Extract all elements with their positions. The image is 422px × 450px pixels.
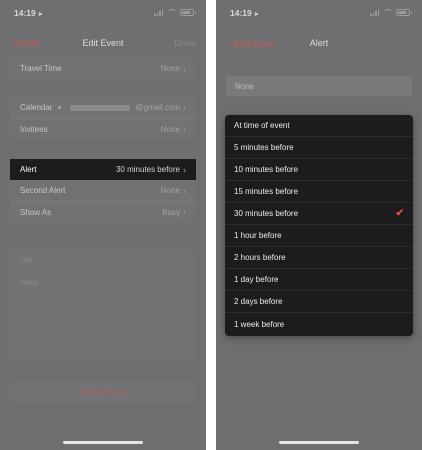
status-bar: 14:19 ➤: [216, 0, 422, 24]
location-arrow-icon: ➤: [37, 12, 43, 18]
done-button[interactable]: Done: [174, 38, 196, 48]
location-arrow-icon: ➤: [253, 12, 259, 18]
battery-icon: [396, 9, 412, 16]
alert-option[interactable]: 5 minutes before: [225, 137, 413, 159]
alert-option[interactable]: 1 day before: [225, 269, 413, 291]
chevron-right-icon: ›: [183, 102, 186, 113]
alert-option-label: 1 day before: [234, 275, 279, 284]
signal-icon: [154, 9, 163, 16]
alert-row[interactable]: Alert 30 minutes before ›: [10, 159, 196, 180]
delete-event-button[interactable]: Delete Event: [10, 381, 196, 403]
alert-label: Alert: [20, 165, 37, 174]
alert-value: 30 minutes before: [115, 165, 180, 174]
page-title: Alert: [309, 38, 329, 48]
show-as-label: Show As: [20, 207, 52, 217]
alert-option-label: 1 hour before: [234, 231, 282, 240]
alert-option-label: 30 minutes before: [234, 209, 299, 218]
alert-option-none[interactable]: None: [226, 76, 412, 96]
calendar-color-dot: [58, 106, 62, 109]
second-alert-value: None: [160, 186, 180, 195]
alert-option-label: 1 week before: [234, 319, 285, 329]
wifi-icon: [167, 9, 177, 16]
invitees-label: Invitees: [20, 124, 48, 134]
battery-icon: [180, 9, 196, 16]
show-as-row[interactable]: Show As Busy ›: [10, 201, 196, 222]
calendar-value: @gmail.com: [135, 103, 180, 112]
show-as-value: Busy: [162, 207, 180, 217]
second-alert-row[interactable]: Second Alert None ›: [10, 180, 196, 201]
alert-option-selected[interactable]: 30 minutes before ✔: [225, 203, 413, 225]
signal-icon: [370, 9, 379, 16]
chevron-right-icon: ›: [183, 207, 186, 217]
notes-section: URL Notes: [10, 250, 196, 362]
status-bar: 14:19 ➤: [0, 0, 206, 24]
chevron-right-icon: ›: [183, 185, 186, 196]
alert-option-label: 2 hours before: [234, 253, 286, 262]
alert-option-label: 2 days before: [234, 297, 283, 306]
url-field[interactable]: URL: [20, 258, 34, 265]
alert-picker-screen: 14:19 ➤ ‹ Edit Event Alert None At time o…: [216, 0, 422, 450]
alert-option-label: 10 minutes before: [234, 165, 299, 174]
wifi-icon: [383, 9, 393, 16]
invitees-row[interactable]: Invitees None ›: [10, 118, 196, 139]
alert-option[interactable]: 15 minutes before: [225, 181, 413, 203]
alert-option-label: 5 minutes before: [234, 143, 294, 152]
home-indicator[interactable]: [63, 441, 143, 444]
chevron-right-icon: ›: [183, 124, 186, 134]
alert-options-menu: At time of event 5 minutes before 10 min…: [225, 115, 413, 336]
second-alert-label: Second Alert: [20, 186, 66, 195]
chevron-right-icon: ›: [183, 164, 186, 175]
alert-option[interactable]: 2 days before: [225, 291, 413, 313]
alert-option[interactable]: 10 minutes before: [225, 159, 413, 181]
status-time: 14:19 ➤: [14, 8, 43, 18]
navigation-bar: ‹ Edit Event Alert: [216, 34, 422, 52]
alert-option[interactable]: 1 week before: [225, 313, 413, 335]
alert-option[interactable]: At time of event: [225, 115, 413, 137]
calendar-row[interactable]: Calendar @gmail.com ›: [10, 97, 196, 118]
calendar-label: Calendar: [20, 103, 53, 112]
alert-option-label: At time of event: [234, 121, 290, 130]
chevron-right-icon: ›: [183, 63, 186, 74]
notes-field[interactable]: Notes: [20, 280, 38, 287]
travel-time-label: Travel Time: [20, 64, 62, 73]
travel-time-value: None: [160, 64, 180, 73]
invitees-value: None: [160, 124, 180, 134]
home-indicator[interactable]: [279, 441, 359, 444]
alert-option[interactable]: 1 hour before: [225, 225, 413, 247]
navigation-bar: Cancel Edit Event Done: [0, 34, 206, 52]
redacted-email: [70, 104, 131, 111]
alert-option-label: 15 minutes before: [234, 187, 299, 196]
travel-time-row[interactable]: Travel Time None ›: [10, 58, 196, 79]
alert-option[interactable]: 2 hours before: [225, 247, 413, 269]
edit-event-screen: 14:19 ➤ Cancel Edit Event Done Travel Tim…: [0, 0, 206, 450]
status-time: 14:19 ➤: [230, 8, 259, 18]
checkmark-icon: ✔: [395, 208, 404, 219]
